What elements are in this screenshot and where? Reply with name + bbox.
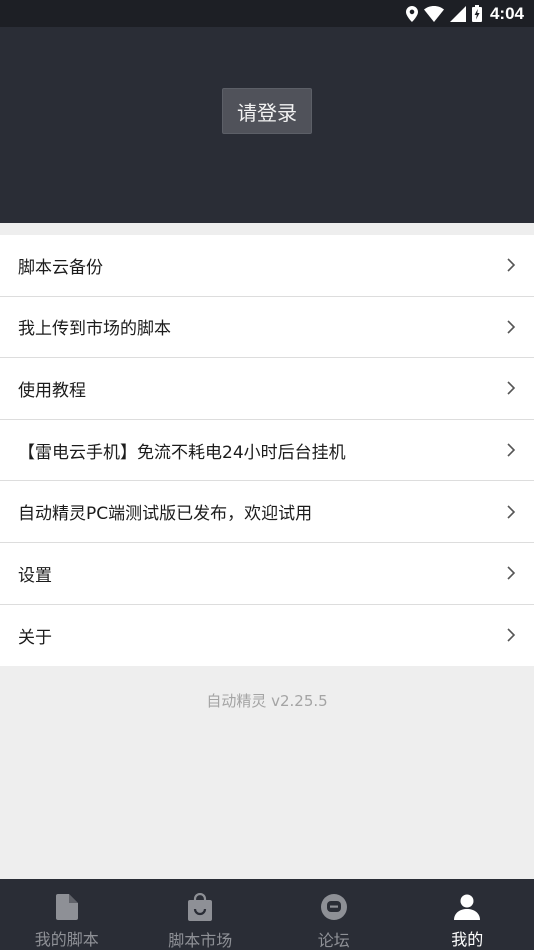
forum-icon <box>320 893 348 921</box>
tab-my-scripts[interactable]: 我的脚本 <box>0 879 134 950</box>
chevron-right-icon <box>507 381 516 396</box>
profile-header: 请登录 <box>0 27 534 223</box>
version-label: 自动精灵 v2.25.5 <box>206 692 328 710</box>
status-bar: 4:04 <box>0 0 534 27</box>
settings-menu: 脚本云备份 我上传到市场的脚本 使用教程 【雷电云手机】免流不耗电24小时后台挂… <box>0 235 534 667</box>
menu-item-cloud-backup[interactable]: 脚本云备份 <box>0 235 534 297</box>
signal-icon <box>449 5 466 22</box>
chevron-right-icon <box>507 628 516 642</box>
tab-mine[interactable]: 我的 <box>401 879 534 950</box>
menu-item-label: 使用教程 <box>18 380 86 401</box>
bottom-nav: 我的脚本 脚本市场 论坛 我的 <box>0 879 534 950</box>
tab-label: 脚本市场 <box>168 931 233 950</box>
chevron-right-icon <box>507 443 516 457</box>
wifi-icon <box>423 5 444 22</box>
tab-label: 我的脚本 <box>34 930 99 949</box>
menu-item-label: 【雷电云手机】免流不耗电24小时后台挂机 <box>18 442 346 463</box>
chevron-right-icon <box>507 258 516 272</box>
menu-item-label: 自动精灵PC端测试版已发布，欢迎试用 <box>18 504 313 525</box>
menu-item-about[interactable]: 关于 <box>0 605 534 667</box>
menu-item-settings[interactable]: 设置 <box>0 543 534 605</box>
menu-item-label: 脚本云备份 <box>18 257 103 278</box>
tab-label: 论坛 <box>317 931 350 950</box>
status-time: 4:04 <box>489 3 524 23</box>
menu-item-label: 设置 <box>18 565 52 586</box>
menu-item-label: 我上传到市场的脚本 <box>18 319 171 340</box>
file-icon <box>55 893 78 920</box>
menu-item-my-uploaded-scripts[interactable]: 我上传到市场的脚本 <box>0 297 534 359</box>
location-icon <box>405 5 418 22</box>
shopping-bag-icon <box>188 893 213 921</box>
menu-item-label: 关于 <box>18 627 52 648</box>
login-button[interactable]: 请登录 <box>222 88 312 134</box>
menu-item-cloud-phone-promo[interactable]: 【雷电云手机】免流不耗电24小时后台挂机 <box>0 420 534 482</box>
battery-icon <box>471 5 482 22</box>
tab-forum[interactable]: 论坛 <box>267 879 401 950</box>
chevron-right-icon <box>507 505 516 519</box>
menu-item-tutorial[interactable]: 使用教程 <box>0 358 534 420</box>
menu-item-pc-beta[interactable]: 自动精灵PC端测试版已发布，欢迎试用 <box>0 481 534 543</box>
tab-script-market[interactable]: 脚本市场 <box>134 879 268 950</box>
chevron-right-icon <box>507 320 516 334</box>
chevron-right-icon <box>507 566 516 580</box>
user-icon <box>454 893 481 920</box>
tab-label: 我的 <box>451 930 484 949</box>
